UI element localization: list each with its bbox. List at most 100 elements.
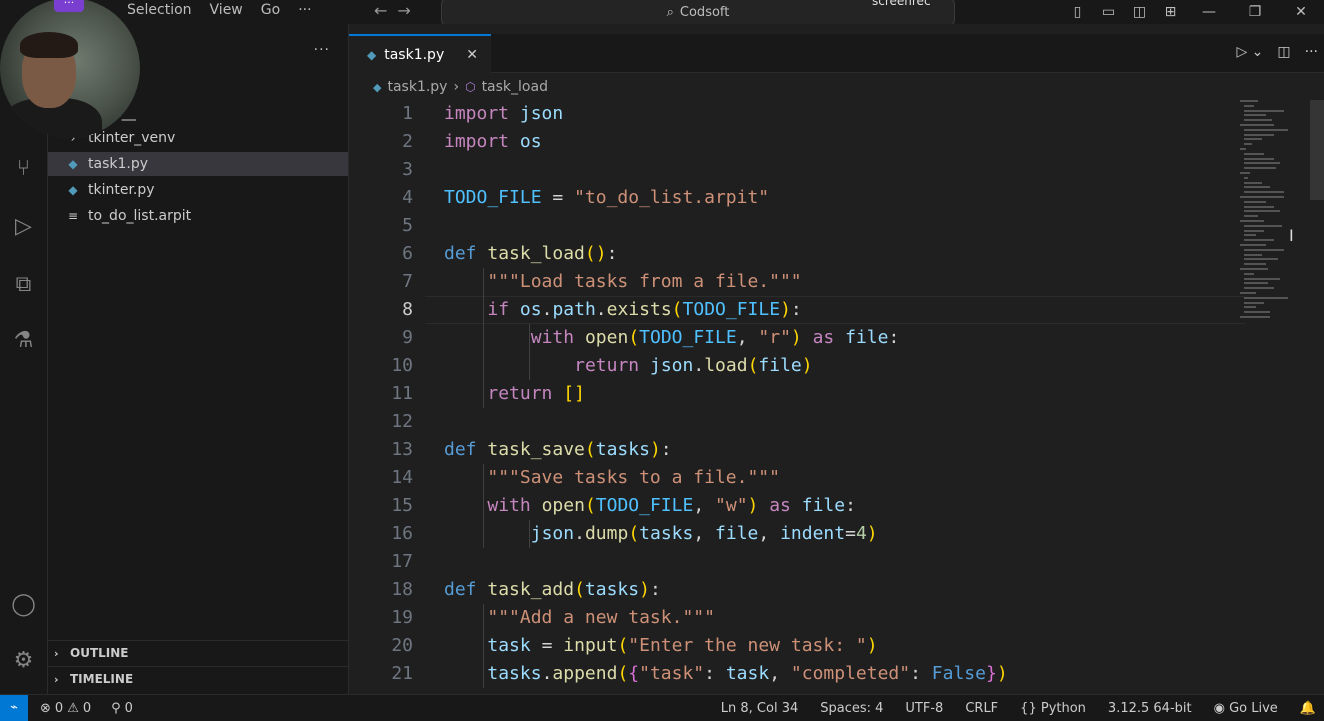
minimap-line: [1240, 172, 1250, 174]
webcam-person-hair: [20, 32, 78, 58]
run-debug-icon[interactable]: ▷: [0, 214, 47, 239]
minimap[interactable]: [1240, 100, 1310, 330]
tree-item-tkinter-py[interactable]: ◆ tkinter.py: [48, 178, 348, 202]
remote-indicator-icon[interactable]: ⌁: [0, 695, 28, 721]
toggle-secondary-sidebar-icon[interactable]: ◫: [1124, 4, 1155, 20]
arrow-right-icon[interactable]: →: [397, 1, 410, 20]
search-text: Codsoft: [679, 4, 730, 20]
cursor-position[interactable]: Ln 8, Col 34: [721, 701, 798, 716]
error-icon: ⊗: [40, 700, 51, 716]
indent-guide: [529, 520, 531, 548]
problems-indicator[interactable]: ⊗ 0 ⚠ 0 ⚲ 0: [40, 701, 133, 716]
menu-more[interactable]: ···: [289, 2, 320, 18]
split-editor-icon[interactable]: ◫: [1277, 44, 1290, 60]
minimap-line: [1244, 138, 1262, 141]
code-line[interactable]: 17: [349, 548, 1249, 576]
code-line[interactable]: 7 """Load tasks from a file.""": [349, 268, 1249, 296]
arrow-left-icon[interactable]: ←: [374, 1, 387, 20]
run-python-file-icon[interactable]: ▷ ⌄: [1236, 44, 1263, 60]
source-control-icon[interactable]: ⑂: [0, 156, 47, 181]
code-line[interactable]: 5: [349, 212, 1249, 240]
tab-task1-py[interactable]: ◆ task1.py ✕: [349, 34, 491, 73]
code-line[interactable]: 10 return json.load(file): [349, 352, 1249, 380]
toggle-sidebar-icon[interactable]: ▯: [1062, 4, 1093, 20]
code-line[interactable]: 11 return []: [349, 380, 1249, 408]
breadcrumb-symbol[interactable]: task_load: [482, 79, 548, 95]
code-line[interactable]: 20 task = input("Enter the new task: "): [349, 632, 1249, 660]
outline-section-header[interactable]: › OUTLINE: [48, 640, 348, 665]
code-line[interactable]: 21 tasks.append({"task": task, "complete…: [349, 660, 1249, 688]
code-text: import os: [444, 131, 542, 152]
notifications-bell-icon[interactable]: 🔔: [1300, 701, 1316, 716]
tree-item-task1-py[interactable]: ◆ task1.py: [48, 152, 348, 176]
breadcrumb-separator-icon: ›: [453, 79, 460, 95]
minimize-icon[interactable]: —: [1186, 4, 1232, 20]
warning-icon: ⚠: [67, 700, 79, 716]
line-number: 16: [391, 523, 413, 544]
python-interpreter[interactable]: 3.12.5 64-bit: [1108, 701, 1192, 716]
minimap-line: [1244, 277, 1280, 280]
code-text: task = input("Enter the new task: "): [487, 635, 878, 656]
code-line[interactable]: 8 if os.path.exists(TODO_FILE):: [349, 296, 1249, 324]
editor-area: ◆ task1.py ✕ ▷ ⌄ ◫ ··· ◆ task1.py › ⬡ ta…: [349, 24, 1324, 694]
code-line[interactable]: 2 import os: [349, 128, 1249, 156]
code-line[interactable]: 16 json.dump(tasks, file, indent=4): [349, 520, 1249, 548]
customize-layout-icon[interactable]: ⊞: [1155, 4, 1186, 20]
tree-item-to-do-list[interactable]: ≡ to_do_list.arpit: [48, 204, 348, 228]
settings-gear-icon[interactable]: ⚙: [0, 648, 47, 673]
line-endings[interactable]: CRLF: [965, 701, 998, 716]
code-line[interactable]: 13 def task_save(tasks):: [349, 436, 1249, 464]
tab-label: task1.py: [384, 46, 445, 63]
line-number: 3: [402, 159, 413, 180]
code-line[interactable]: 3: [349, 156, 1249, 184]
minimap-line: [1244, 263, 1266, 266]
go-live-button[interactable]: ◉ Go Live: [1214, 701, 1278, 716]
line-number: 15: [391, 495, 413, 516]
minimap-line: [1244, 239, 1274, 242]
toggle-panel-icon[interactable]: ▭: [1093, 4, 1124, 20]
code-line[interactable]: 6 def task_load():: [349, 240, 1249, 268]
ports-count: 0: [124, 700, 133, 716]
minimap-line: [1244, 210, 1280, 213]
code-line[interactable]: 1 import json: [349, 100, 1249, 128]
close-tab-icon[interactable]: ✕: [466, 47, 478, 63]
code-text: tasks.append({"task": task, "completed":…: [487, 663, 1008, 684]
tree-item-label: to_do_list.arpit: [88, 208, 192, 224]
line-number: 2: [402, 131, 413, 152]
menu-view[interactable]: View: [201, 2, 252, 18]
code-text: """Add a new task.""": [487, 607, 715, 628]
language-mode[interactable]: {} Python: [1020, 701, 1086, 716]
minimap-line: [1244, 306, 1256, 309]
minimap-line: [1244, 215, 1258, 218]
file-encoding[interactable]: UTF-8: [905, 701, 943, 716]
minimap-line: [1244, 248, 1284, 251]
close-window-icon[interactable]: ✕: [1278, 4, 1324, 20]
code-line[interactable]: 14 """Save tasks to a file.""": [349, 464, 1249, 492]
editor-actions: ▷ ⌄ ◫ ···: [1236, 44, 1318, 60]
status-bar-right: Ln 8, Col 34 Spaces: 4 UTF-8 CRLF {} Pyt…: [721, 695, 1316, 721]
minimap-line: [1244, 253, 1262, 256]
minimap-line: [1244, 181, 1262, 184]
code-line[interactable]: 15 with open(TODO_FILE, "w") as file:: [349, 492, 1249, 520]
code-line[interactable]: 9 with open(TODO_FILE, "r") as file:: [349, 324, 1249, 352]
indentation[interactable]: Spaces: 4: [820, 701, 883, 716]
minimap-line: [1244, 229, 1264, 232]
restore-icon[interactable]: ❐: [1232, 4, 1278, 20]
code-line[interactable]: 12: [349, 408, 1249, 436]
menu-go[interactable]: Go: [252, 2, 289, 18]
breadcrumb-file[interactable]: task1.py: [387, 79, 447, 95]
explorer-more-actions[interactable]: ···: [314, 42, 330, 58]
minimap-line: [1244, 296, 1288, 299]
search-icon: ⌕: [666, 4, 674, 20]
accounts-icon[interactable]: ◯: [0, 592, 47, 617]
extensions-icon[interactable]: ⧉: [0, 272, 47, 297]
timeline-section-header[interactable]: › TIMELINE: [48, 666, 348, 691]
code-line[interactable]: 4 TODO_FILE = "to_do_list.arpit": [349, 184, 1249, 212]
code-line[interactable]: 19 """Add a new task.""": [349, 604, 1249, 632]
menu-selection[interactable]: Selection: [118, 2, 201, 18]
testing-icon[interactable]: ⚗: [0, 328, 47, 353]
code-line[interactable]: 18 def task_add(tasks):: [349, 576, 1249, 604]
editor-scrollbar[interactable]: [1310, 100, 1324, 200]
section-label: TIMELINE: [70, 672, 134, 686]
more-actions-icon[interactable]: ···: [1305, 44, 1318, 60]
